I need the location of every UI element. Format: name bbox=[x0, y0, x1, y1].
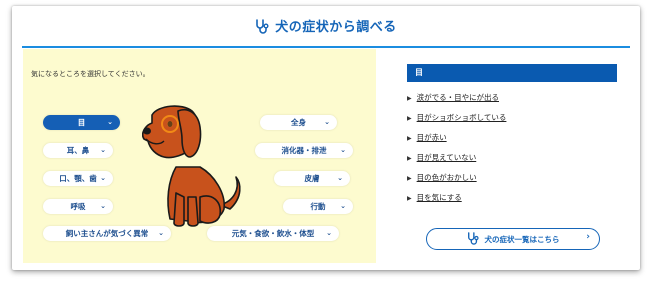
symptom-card: 犬の症状から調べる 気になるところを選択してください。 目 ⌄ 耳、鼻 ⌄ 口、… bbox=[12, 6, 640, 270]
body-part-panel: 気になるところを選択してください。 目 ⌄ 耳、鼻 ⌄ 口、顎、歯 ⌄ 呼吸 ⌄… bbox=[23, 49, 376, 263]
chevron-down-icon: ⌄ bbox=[337, 174, 343, 182]
list-item: ▶ 目がショボショボしている bbox=[407, 112, 506, 132]
header-divider bbox=[22, 46, 630, 48]
symptom-link[interactable]: 目を気にする bbox=[417, 193, 462, 202]
part-label: 行動 bbox=[310, 202, 326, 211]
list-item: ▶ 目が見えていない bbox=[407, 152, 506, 172]
chevron-down-icon: ⌄ bbox=[100, 146, 106, 154]
symptom-panel: 目 ▶ 涙がでる・目やにが出る ▶ 目がショボショボしている ▶ 目が赤い ▶ 目が見え… bbox=[407, 64, 617, 202]
list-item: ▶ 目の色がおかしい bbox=[407, 172, 506, 192]
page-title-text: 犬の症状から調べる bbox=[275, 20, 397, 35]
chevron-down-icon: ⌄ bbox=[324, 118, 330, 126]
symptom-link[interactable]: 目の色がおかしい bbox=[417, 173, 477, 182]
part-label: 全身 bbox=[291, 118, 306, 127]
symptom-link[interactable]: 目が赤い bbox=[417, 133, 447, 142]
list-item: ▶ 涙がでる・目やにが出る bbox=[407, 92, 506, 112]
chevron-down-icon: ⌄ bbox=[326, 229, 332, 237]
list-item: ▶ 目が赤い bbox=[407, 132, 506, 152]
symptom-list-label: 犬の症状一覧はこちら bbox=[484, 234, 560, 244]
chevron-down-icon: ⌄ bbox=[107, 118, 113, 126]
symptom-list: ▶ 涙がでる・目やにが出る ▶ 目がショボショボしている ▶ 目が赤い ▶ 目が見えてい… bbox=[407, 92, 506, 212]
part-label: 目 bbox=[77, 118, 86, 127]
symptom-link[interactable]: 目がショボショボしている bbox=[417, 113, 507, 122]
part-label: 消化器・排泄 bbox=[281, 146, 327, 155]
symptom-link[interactable]: 涙がでる・目やにが出る bbox=[417, 93, 499, 102]
part-breathing-button[interactable]: 呼吸 ⌄ bbox=[43, 199, 113, 214]
select-prompt: 気になるところを選択してください。 bbox=[31, 70, 150, 78]
part-mouth-button[interactable]: 口、顎、歯 ⌄ bbox=[43, 171, 113, 186]
chevron-right-icon: › bbox=[586, 232, 590, 242]
part-label: 呼吸 bbox=[70, 202, 86, 211]
stethoscope-icon bbox=[255, 19, 269, 38]
part-label: 耳、鼻 bbox=[66, 146, 90, 155]
part-whole-body-button[interactable]: 全身 ⌄ bbox=[260, 115, 337, 130]
triangle-right-icon: ▶ bbox=[407, 195, 412, 202]
chevron-down-icon: ⌄ bbox=[340, 146, 346, 154]
part-ear-nose-button[interactable]: 耳、鼻 ⌄ bbox=[43, 143, 113, 158]
part-digestive-button[interactable]: 消化器・排泄 ⌄ bbox=[255, 143, 353, 158]
list-item: ▶ 目を気にする bbox=[407, 192, 506, 212]
triangle-right-icon: ▶ bbox=[407, 115, 412, 122]
part-label: 飼い主さんが気づく異常 bbox=[65, 229, 149, 238]
part-skin-button[interactable]: 皮膚 ⌄ bbox=[274, 171, 350, 186]
part-label: 口、顎、歯 bbox=[59, 174, 97, 183]
triangle-right-icon: ▶ bbox=[407, 135, 412, 142]
stethoscope-icon bbox=[467, 231, 479, 247]
triangle-right-icon: ▶ bbox=[407, 95, 412, 102]
chevron-down-icon: ⌄ bbox=[100, 174, 106, 182]
chevron-down-icon: ⌄ bbox=[100, 202, 106, 210]
part-behavior-button[interactable]: 行動 ⌄ bbox=[283, 199, 353, 214]
page-title: 犬の症状から調べる bbox=[12, 16, 640, 38]
card-header: 犬の症状から調べる bbox=[12, 6, 640, 48]
symptom-heading: 目 bbox=[407, 64, 617, 82]
dog-illustration bbox=[142, 105, 241, 227]
symptom-link[interactable]: 目が見えていない bbox=[417, 153, 477, 162]
part-eye-button[interactable]: 目 ⌄ bbox=[43, 115, 120, 130]
triangle-right-icon: ▶ bbox=[407, 175, 412, 182]
symptom-list-button[interactable]: 犬の症状一覧はこちら › bbox=[426, 228, 600, 250]
chevron-down-icon: ⌄ bbox=[340, 202, 346, 210]
triangle-right-icon: ▶ bbox=[407, 155, 412, 162]
part-label: 皮膚 bbox=[304, 174, 320, 183]
